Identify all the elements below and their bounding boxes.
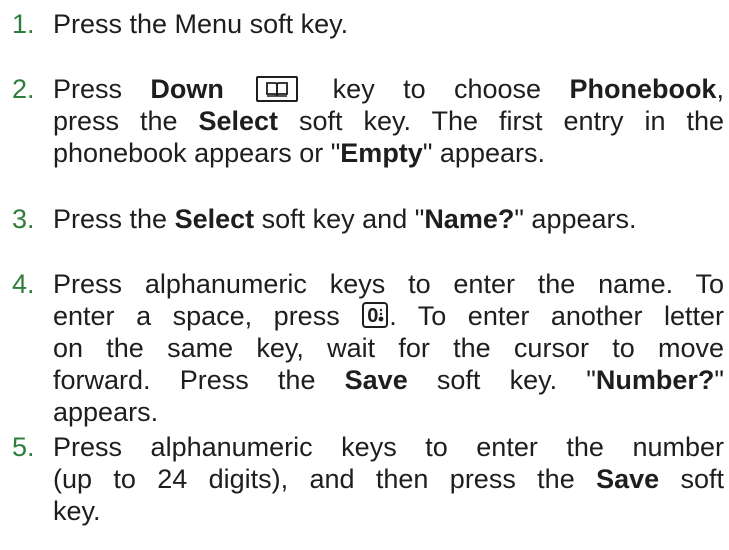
- text-run: " appears.: [422, 138, 545, 168]
- step-number: 5.: [12, 432, 35, 462]
- step-5: 5. Press alphanumeric keys to enter the …: [12, 431, 724, 527]
- text-run: " appears.: [514, 204, 637, 234]
- text-run: on the same key, wait for the cursor to …: [53, 333, 724, 363]
- step-line: Press alphanumeric keys to enter the nam…: [53, 268, 724, 300]
- text-run: . To enter another letter: [389, 301, 724, 331]
- text-run: (up to 24 digits), and then press the: [53, 464, 597, 494]
- text-run: Press alphanumeric keys to enter the num…: [53, 432, 724, 462]
- step-line: (up to 24 digits), and then press the Sa…: [53, 463, 724, 495]
- step-line: Press the Menu soft key.: [53, 8, 724, 40]
- softkey-name-select: Select: [174, 204, 255, 234]
- instruction-document: 1. Press the Menu soft key. 2. Press Dow…: [0, 0, 729, 550]
- step-4: 4. Press alphanumeric keys to enter the …: [12, 268, 724, 428]
- text-run: ,: [716, 74, 724, 104]
- display-text-empty: Empty: [340, 138, 423, 168]
- menu-name-phonebook: Phonebook: [569, 74, 717, 104]
- text-run: soft key and ": [254, 204, 425, 234]
- text-run: key to choose: [304, 74, 570, 104]
- display-text-number: Number?: [595, 365, 715, 395]
- text-run: Press the Menu soft key.: [53, 9, 349, 39]
- step-line: phonebook appears or "Empty" appears.: [53, 137, 724, 169]
- step-text: Press the Menu soft key.: [53, 8, 724, 40]
- phonebook-book-icon: [256, 76, 299, 102]
- step-text: Press alphanumeric keys to enter the nam…: [53, 268, 724, 428]
- text-run: press the: [53, 106, 199, 136]
- zero-space-key-icon: 0: [362, 302, 389, 328]
- display-text-name: Name?: [424, 204, 515, 234]
- step-text: Press Down key to choose Phonebook, pres…: [53, 73, 724, 169]
- softkey-name-select: Select: [198, 106, 279, 136]
- step-line: Press Down key to choose Phonebook,: [53, 73, 724, 105]
- step-line: Press the Select soft key and "Name?" ap…: [53, 203, 724, 235]
- text-run: key.: [53, 496, 101, 526]
- step-line: key.: [53, 495, 724, 527]
- text-run: phonebook appears or ": [53, 138, 341, 168]
- step-number: 4.: [12, 269, 35, 299]
- softkey-name-save: Save: [344, 365, 408, 395]
- text-run: soft key. ": [407, 365, 596, 395]
- step-number: 1.: [12, 9, 35, 39]
- text-run: appears.: [53, 397, 159, 427]
- step-number: 2.: [12, 74, 35, 104]
- text-run: ": [714, 365, 725, 395]
- step-3: 3. Press the Select soft key and "Name?"…: [12, 203, 724, 235]
- text-run: soft: [659, 464, 724, 494]
- text-run: enter a space, press: [53, 301, 362, 331]
- text-run: Press the: [53, 204, 175, 234]
- step-1: 1. Press the Menu soft key.: [12, 8, 724, 40]
- step-2: 2. Press Down key to choose Phonebook, p…: [12, 73, 724, 169]
- key-name-down: Down: [150, 74, 224, 104]
- step-number: 3.: [12, 204, 35, 234]
- step-line: forward. Press the Save soft key. "Numbe…: [53, 364, 724, 396]
- text-run: soft key. The first entry in the: [278, 106, 724, 136]
- step-line: on the same key, wait for the cursor to …: [53, 332, 724, 364]
- step-line: appears.: [53, 396, 724, 428]
- text-run: forward. Press the: [53, 365, 345, 395]
- softkey-name-save: Save: [596, 464, 660, 494]
- step-line: Press alphanumeric keys to enter the num…: [53, 431, 724, 463]
- text-run: Press: [53, 74, 151, 104]
- step-line: press the Select soft key. The first ent…: [53, 105, 724, 137]
- zero-key-label: 0: [367, 305, 379, 327]
- step-text: Press the Select soft key and "Name?" ap…: [53, 203, 724, 235]
- step-line: enter a space, press 0 . To enter another…: [53, 300, 724, 332]
- step-text: Press alphanumeric keys to enter the num…: [53, 431, 724, 527]
- text-run: Press alphanumeric keys to enter the nam…: [53, 269, 724, 299]
